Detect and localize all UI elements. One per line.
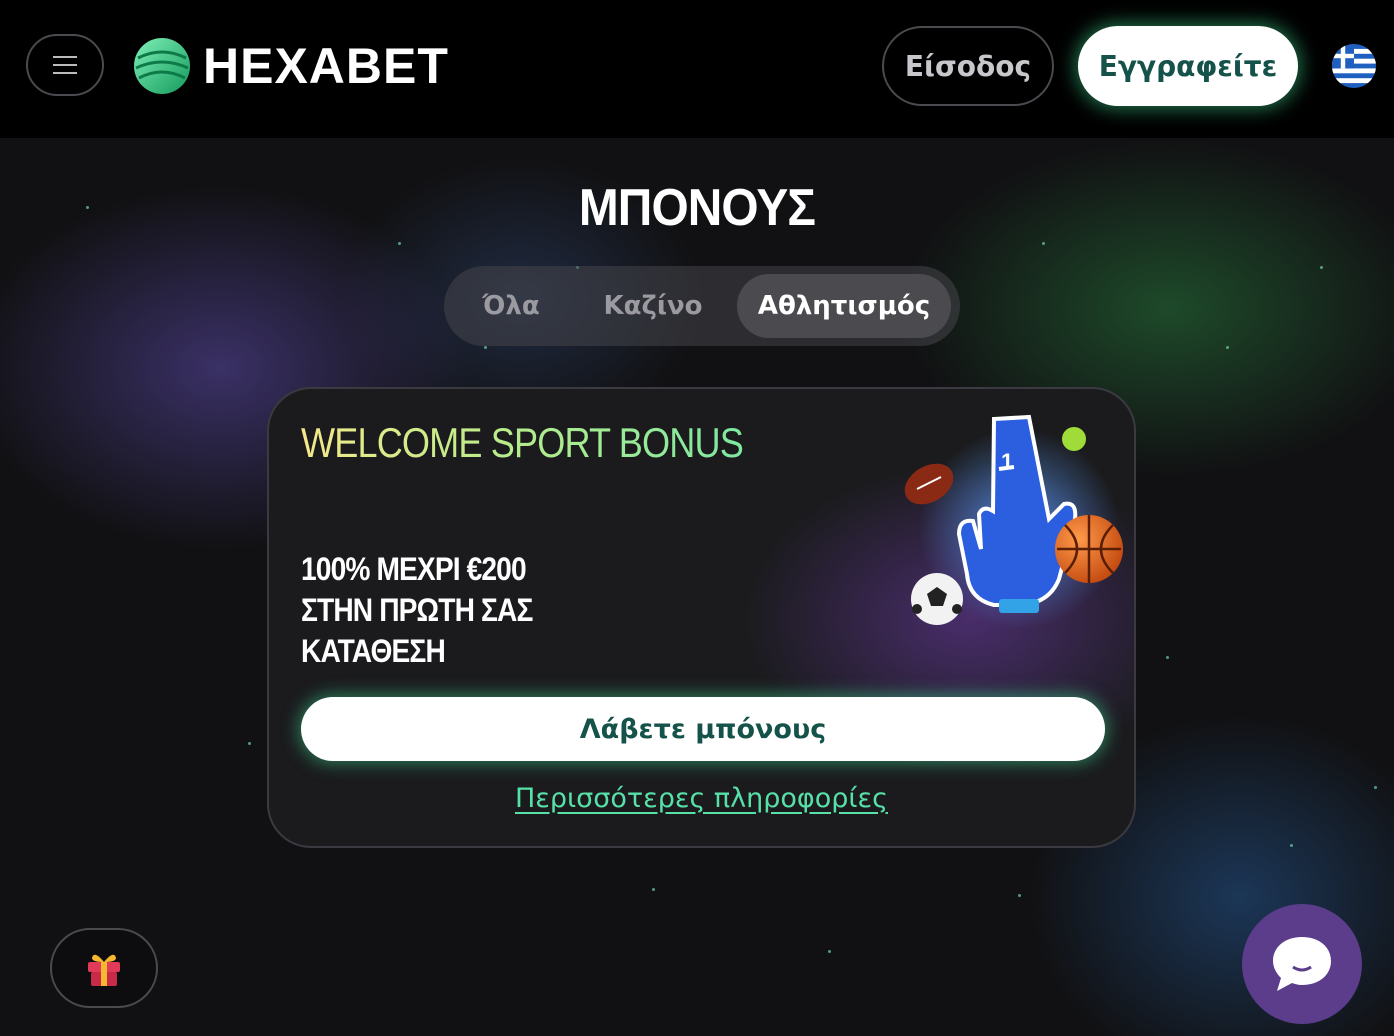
signup-button[interactable]: Εγγραφείτε [1078,26,1298,106]
gift-icon [88,954,120,986]
tab-casino[interactable]: Καζίνο [594,274,712,338]
menu-button[interactable] [26,34,104,96]
gift-button[interactable] [50,928,158,1008]
bonus-card: WELCOME SPORT BONUS 100% ΜΕΧΡΙ €200 ΣΤΗΝ… [267,387,1136,848]
bonus-category-tabs: Όλα Καζίνο Αθλητισμός [444,266,960,346]
brand-logo-text[interactable]: HEXABET [203,36,449,96]
offer-line: ΣΤΗΝ ΠΡΩΤΗ ΣΑΣ [301,592,533,628]
bonus-card-title: WELCOME SPORT BONUS [301,419,744,466]
top-bar: HEXABET Είσοδος Εγγραφείτε [0,0,1394,138]
more-info-link[interactable]: Περισσότερες πληροφορίες [269,783,1134,814]
login-button[interactable]: Είσοδος [882,26,1054,106]
bonus-offer-text: 100% ΜΕΧΡΙ €200 ΣΤΗΝ ΠΡΩΤΗ ΣΑΣ ΚΑΤΑΘΕΣΗ [301,549,533,672]
offer-line: ΚΑΤΑΘΕΣΗ [301,633,446,669]
chat-bubble-icon [1273,937,1331,991]
hexabet-logo-icon [134,38,190,94]
offer-line: 100% ΜΕΧΡΙ €200 [301,551,527,587]
svg-text:1: 1 [1001,449,1013,474]
sport-foam-hand-balls-icon: 1 [904,414,1123,629]
hamburger-icon [53,56,77,74]
greece-flag-icon[interactable] [1332,44,1376,88]
chat-button[interactable] [1242,904,1362,1024]
claim-bonus-button[interactable]: Λάβετε μπόνους [301,697,1105,761]
tab-sports[interactable]: Αθλητισμός [737,274,951,338]
tab-all[interactable]: Όλα [464,274,558,338]
page-title: ΜΠΟΝΟΥΣ [578,179,816,237]
